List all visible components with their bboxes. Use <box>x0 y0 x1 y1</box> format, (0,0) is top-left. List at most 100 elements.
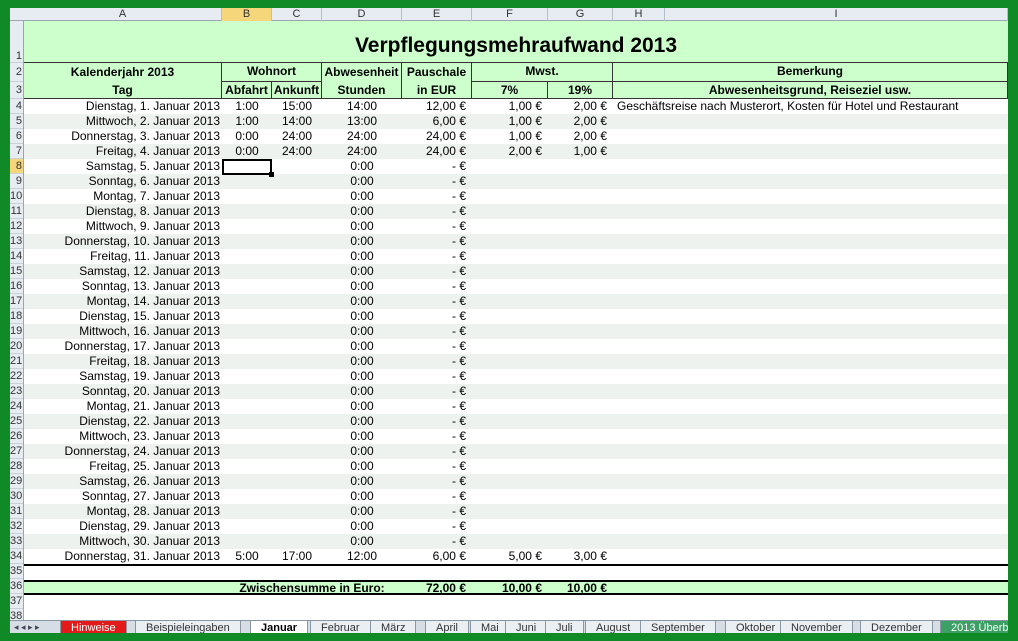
mwst19-cell[interactable]: 2,00 € <box>548 99 609 114</box>
mwst7-cell[interactable]: 1,00 € <box>472 114 544 129</box>
stunden-cell[interactable]: 0:00 <box>322 174 402 189</box>
pauschale-cell[interactable]: - € <box>402 504 468 519</box>
mwst7-cell[interactable]: 1,00 € <box>472 99 544 114</box>
day-cell[interactable]: Dienstag, 1. Januar 2013 <box>24 99 222 114</box>
stunden-cell[interactable]: 14:00 <box>322 99 402 114</box>
stunden-cell[interactable]: 0:00 <box>322 234 402 249</box>
ankunft-cell[interactable] <box>272 249 322 264</box>
mwst19-cell[interactable] <box>548 339 609 354</box>
abfahrt-cell[interactable]: 0:00 <box>222 144 272 159</box>
mwst19-cell[interactable] <box>548 219 609 234</box>
pauschale-cell[interactable]: - € <box>402 234 468 249</box>
ankunft-cell[interactable] <box>272 399 322 414</box>
pauschale-cell[interactable]: - € <box>402 324 468 339</box>
stunden-cell[interactable]: 0:00 <box>322 189 402 204</box>
mwst7-cell[interactable] <box>472 204 544 219</box>
sheet-tab-oktober[interactable]: Oktober <box>725 621 787 633</box>
note-cell[interactable] <box>615 324 1008 339</box>
abfahrt-cell[interactable]: 1:00 <box>222 99 272 114</box>
mwst7-cell[interactable]: 2,00 € <box>472 144 544 159</box>
pauschale-cell[interactable]: - € <box>402 264 468 279</box>
mwst19-cell[interactable] <box>548 429 609 444</box>
stunden-cell[interactable]: 0:00 <box>322 369 402 384</box>
abfahrt-cell[interactable] <box>222 219 272 234</box>
mwst19-cell[interactable] <box>548 504 609 519</box>
row-header-26[interactable]: 26 <box>10 429 23 444</box>
abfahrt-cell[interactable] <box>222 234 272 249</box>
day-cell[interactable]: Freitag, 11. Januar 2013 <box>24 249 222 264</box>
note-cell[interactable] <box>615 369 1008 384</box>
abfahrt-cell[interactable] <box>222 519 272 534</box>
row-header-19[interactable]: 19 <box>10 324 23 339</box>
day-cell[interactable]: Mittwoch, 30. Januar 2013 <box>24 534 222 549</box>
mwst7-cell[interactable] <box>472 384 544 399</box>
row-header-20[interactable]: 20 <box>10 339 23 354</box>
abfahrt-cell[interactable] <box>222 279 272 294</box>
stunden-cell[interactable]: 0:00 <box>322 294 402 309</box>
note-cell[interactable] <box>615 459 1008 474</box>
abfahrt-cell[interactable] <box>222 534 272 549</box>
stunden-cell[interactable]: 0:00 <box>322 249 402 264</box>
note-cell[interactable] <box>615 489 1008 504</box>
day-cell[interactable]: Samstag, 19. Januar 2013 <box>24 369 222 384</box>
row-header-3[interactable]: 3 <box>10 82 23 99</box>
day-cell[interactable]: Montag, 21. Januar 2013 <box>24 399 222 414</box>
day-cell[interactable]: Dienstag, 22. Januar 2013 <box>24 414 222 429</box>
abfahrt-cell[interactable] <box>222 309 272 324</box>
sheet-tab-august[interactable]: August <box>585 621 642 633</box>
note-cell[interactable] <box>615 444 1008 459</box>
ankunft-cell[interactable]: 24:00 <box>272 129 322 144</box>
ankunft-cell[interactable] <box>272 414 322 429</box>
abfahrt-cell[interactable] <box>222 504 272 519</box>
sheet-tab-dezember[interactable]: Dezember <box>860 621 933 633</box>
mwst19-cell[interactable] <box>548 519 609 534</box>
pauschale-cell[interactable]: - € <box>402 279 468 294</box>
note-cell[interactable] <box>615 249 1008 264</box>
ankunft-cell[interactable] <box>272 444 322 459</box>
note-cell[interactable] <box>615 399 1008 414</box>
abfahrt-cell[interactable] <box>222 474 272 489</box>
day-cell[interactable]: Sonntag, 13. Januar 2013 <box>24 279 222 294</box>
abfahrt-cell[interactable] <box>222 174 272 189</box>
row-header-34[interactable]: 34 <box>10 549 23 564</box>
selected-cell-b8[interactable] <box>222 159 274 177</box>
column-header-h[interactable]: H <box>613 8 665 21</box>
sheet-tab-april[interactable]: April <box>425 621 470 633</box>
ankunft-cell[interactable] <box>272 339 322 354</box>
stunden-cell[interactable]: 13:00 <box>322 114 402 129</box>
stunden-cell[interactable]: 0:00 <box>322 279 402 294</box>
ankunft-cell[interactable] <box>272 309 322 324</box>
abfahrt-cell[interactable] <box>222 399 272 414</box>
stunden-cell[interactable]: 0:00 <box>322 429 402 444</box>
note-cell[interactable] <box>615 189 1008 204</box>
pauschale-cell[interactable]: 6,00 € <box>402 549 468 564</box>
column-header-a[interactable]: A <box>24 8 222 21</box>
stunden-cell[interactable]: 0:00 <box>322 489 402 504</box>
mwst19-cell[interactable] <box>548 534 609 549</box>
mwst19-cell[interactable] <box>548 249 609 264</box>
note-cell[interactable]: Geschäftsreise nach Musterort, Kosten fü… <box>615 99 1008 114</box>
stunden-cell[interactable]: 0:00 <box>322 219 402 234</box>
mwst19-cell[interactable] <box>548 294 609 309</box>
pauschale-cell[interactable]: - € <box>402 174 468 189</box>
ankunft-cell[interactable] <box>272 459 322 474</box>
day-cell[interactable]: Mittwoch, 23. Januar 2013 <box>24 429 222 444</box>
ankunft-cell[interactable] <box>272 429 322 444</box>
row-header-21[interactable]: 21 <box>10 354 23 369</box>
day-cell[interactable]: Samstag, 5. Januar 2013 <box>24 159 222 174</box>
row-header-24[interactable]: 24 <box>10 399 23 414</box>
abfahrt-cell[interactable] <box>222 264 272 279</box>
abfahrt-cell[interactable] <box>222 429 272 444</box>
column-header-i[interactable]: I <box>665 8 1008 21</box>
abfahrt-cell[interactable] <box>222 294 272 309</box>
ankunft-cell[interactable] <box>272 324 322 339</box>
day-cell[interactable]: Dienstag, 29. Januar 2013 <box>24 519 222 534</box>
abfahrt-cell[interactable] <box>222 489 272 504</box>
mwst7-cell[interactable] <box>472 534 544 549</box>
row-header-9[interactable]: 9 <box>10 174 23 189</box>
mwst19-cell[interactable] <box>548 174 609 189</box>
ankunft-cell[interactable] <box>272 384 322 399</box>
row-header-4[interactable]: 4 <box>10 99 23 114</box>
column-header-e[interactable]: E <box>402 8 472 21</box>
mwst19-cell[interactable] <box>548 234 609 249</box>
